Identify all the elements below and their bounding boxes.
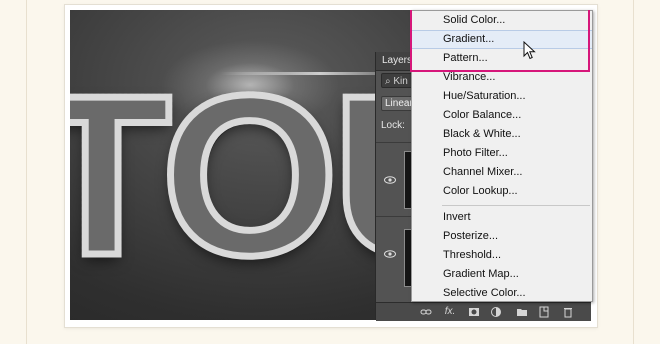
lock-label: Lock: <box>381 120 405 131</box>
eye-icon[interactable] <box>384 176 396 184</box>
layer-row[interactable] <box>376 216 420 290</box>
eye-icon[interactable] <box>384 250 396 258</box>
menu-separator <box>442 205 590 206</box>
menu-item-color-lookup[interactable]: Color Lookup... <box>412 182 592 201</box>
search-icon: ⌕ <box>385 76 391 87</box>
folder-icon[interactable] <box>516 306 528 318</box>
layer-row[interactable] <box>376 142 420 216</box>
menu-item-posterize[interactable]: Posterize... <box>412 227 592 246</box>
layers-footer: fx. <box>376 302 591 321</box>
menu-item-channel-mixer[interactable]: Channel Mixer... <box>412 163 592 182</box>
menu-item-black-white[interactable]: Black & White... <box>412 125 592 144</box>
menu-item-hue-saturation[interactable]: Hue/Saturation... <box>412 87 592 106</box>
cursor-arrow-icon <box>523 41 536 60</box>
page-border-right <box>633 0 634 344</box>
menu-item-selective-color[interactable]: Selective Color... <box>412 284 592 303</box>
trash-icon[interactable] <box>562 306 574 318</box>
new-layer-icon[interactable] <box>538 306 550 318</box>
link-icon[interactable] <box>420 306 432 318</box>
menu-item-threshold[interactable]: Threshold... <box>412 246 592 265</box>
menu-item-gradient-map[interactable]: Gradient Map... <box>412 265 592 284</box>
menu-item-photo-filter[interactable]: Photo Filter... <box>412 144 592 163</box>
mask-icon[interactable] <box>468 306 480 318</box>
menu-item-color-balance[interactable]: Color Balance... <box>412 106 592 125</box>
fx-icon[interactable]: fx. <box>444 306 456 318</box>
tab-layers[interactable]: Layers <box>382 55 412 66</box>
page-border-left <box>26 0 27 344</box>
menu-item-invert[interactable]: Invert <box>412 208 592 227</box>
kind-filter-label: Kin <box>393 76 408 87</box>
adjustment-icon[interactable] <box>490 306 502 318</box>
highlight-annotation <box>410 10 590 72</box>
